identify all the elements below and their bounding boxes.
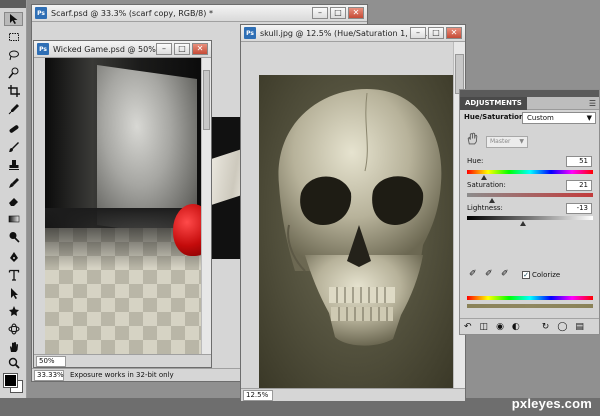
window-title: Wicked Game.psd @ 50%... [53,44,164,54]
adjustments-panel: ADJUSTMENTS ☰ Hue/Saturation Custom ▼ Ma… [459,89,600,335]
mask-icon[interactable]: ◯ [557,322,567,332]
window-titlebar[interactable]: Ps Wicked Game.psd @ 50%... – □ ✕ [34,41,211,58]
tools-panel-grip[interactable] [0,0,26,8]
panel-menu-icon[interactable]: ☰ [589,97,596,110]
panel-footer: ↶ ◫ ◉ ◐ ↻ ◯ ▤ [460,318,599,334]
skull-canvas[interactable] [259,75,453,389]
return-to-list-icon[interactable]: ↶ [464,322,472,332]
saturation-slider-thumb[interactable] [489,198,495,203]
saturation-value-field[interactable]: 21 [566,180,592,191]
gradient-tool-icon[interactable] [4,212,23,226]
lightness-slider-track[interactable] [467,216,593,220]
view-previous-state-icon[interactable]: ◐ [512,322,520,332]
crop-tool-icon[interactable] [4,84,23,98]
hand-tool-icon[interactable] [4,340,23,354]
zoom-level-field[interactable]: 12.5% [243,389,273,401]
move-tool-icon[interactable] [4,12,23,26]
eraser-tool-icon[interactable] [4,194,23,208]
skull-image [278,89,442,346]
zoom-level-field[interactable]: 50% [36,355,66,367]
dodge-tool-icon[interactable] [4,230,23,244]
tools-panel [0,0,27,398]
clip-to-layer-icon[interactable]: ◫ [480,322,489,332]
lasso-tool-icon[interactable] [4,48,23,62]
hue-slider-track[interactable] [467,170,593,174]
window-statusbar: 12.5% [241,388,465,401]
minimize-button[interactable]: – [156,43,172,55]
maximize-button[interactable]: □ [330,7,346,19]
path-selection-tool-icon[interactable] [4,286,23,300]
lightness-label: Lightness: [467,204,503,212]
lightness-value-field[interactable]: -13 [566,203,592,214]
type-tool-icon[interactable] [4,268,23,282]
photoshop-logo-icon: Ps [35,7,47,19]
minimize-button[interactable]: – [312,7,328,19]
scrollbar-thumb[interactable] [455,54,464,94]
close-button[interactable]: ✕ [348,7,364,19]
saturation-slider-track[interactable] [467,193,593,197]
status-text[interactable]: Exposure works in 32-bit only [70,371,174,379]
quick-selection-tool-icon[interactable] [4,66,23,80]
adjustment-type-label: Hue/Saturation [464,113,524,121]
chevron-down-icon: ▼ [519,138,524,145]
wicked-game-canvas[interactable] [45,58,203,354]
maximize-button[interactable]: □ [428,27,444,39]
healing-brush-tool-icon[interactable] [4,122,23,136]
clone-stamp-tool-icon[interactable] [4,158,23,172]
colorize-label: Colorize [532,271,561,279]
colorize-option[interactable]: ✓ Colorize [522,271,560,279]
photoshop-logo-icon: Ps [244,27,256,39]
preset-dropdown[interactable]: Custom ▼ [522,112,596,124]
colorize-checkbox[interactable]: ✓ [522,271,530,279]
photoshop-logo-icon: Ps [37,43,49,55]
lightness-slider-thumb[interactable] [520,221,526,226]
tab-adjustments[interactable]: ADJUSTMENTS [460,97,527,110]
eyedropper-tool-icon[interactable] [4,102,23,116]
hue-slider-thumb[interactable] [481,175,487,180]
watermark-text: pxleyes.com [511,396,592,411]
close-button[interactable]: ✕ [446,27,462,39]
maximize-button[interactable]: □ [174,43,190,55]
document-window-wicked-game[interactable]: Ps Wicked Game.psd @ 50%... – □ ✕ 50% [33,40,212,368]
marquee-tool-icon[interactable] [4,30,23,44]
brush-tool-icon[interactable] [4,140,23,154]
hue-label: Hue: [467,157,484,165]
visibility-eye-icon[interactable]: ◉ [496,322,504,332]
red-heart-image [173,204,203,256]
close-button[interactable]: ✕ [192,43,208,55]
vertical-scrollbar[interactable] [201,58,211,354]
window-title: Scarf.psd @ 33.3% (scarf copy, RGB/8) * [51,8,213,18]
pen-tool-icon[interactable] [4,250,23,264]
3d-rotate-tool-icon[interactable] [4,322,23,336]
document-window-skull[interactable]: Ps skull.jpg @ 12.5% (Hue/Saturation 1, … [240,24,466,402]
delete-trash-icon[interactable]: ▤ [575,322,584,332]
panel-grip[interactable] [460,90,599,97]
zoom-level-field[interactable]: 33.33% [34,369,64,381]
channel-dropdown[interactable]: Master ▼ [486,136,528,148]
history-brush-tool-icon[interactable] [4,176,23,190]
eyedropper-plus-icon[interactable]: ✐ [485,269,493,279]
targeted-adjustment-hand-icon[interactable] [466,132,480,146]
window-titlebar[interactable]: Ps Scarf.psd @ 33.3% (scarf copy, RGB/8)… [32,5,367,22]
input-spectrum-bar [467,296,593,300]
panel-tabbar: ADJUSTMENTS ☰ [460,97,599,110]
window-statusbar: 50% [34,354,211,367]
minimize-button[interactable]: – [410,27,426,39]
output-spectrum-bar [467,304,593,308]
saturation-label: Saturation: [467,181,506,189]
window-title: skull.jpg @ 12.5% (Hue/Saturation 1, La.… [260,28,428,38]
shape-tool-icon[interactable] [4,304,23,318]
preset-value: Custom [527,114,554,122]
window-titlebar[interactable]: Ps skull.jpg @ 12.5% (Hue/Saturation 1, … [241,25,465,42]
channel-value: Master [490,138,511,145]
chevron-down-icon: ▼ [586,114,592,122]
hue-value-field[interactable]: 51 [566,156,592,167]
zoom-tool-icon[interactable] [4,356,23,370]
reset-icon[interactable]: ↻ [542,322,550,332]
eyedropper-minus-icon[interactable]: ✐ [501,269,509,279]
scrollbar-thumb[interactable] [203,70,210,130]
foreground-color-swatch[interactable] [3,373,18,388]
eyedropper-icon[interactable]: ✐ [469,269,477,279]
